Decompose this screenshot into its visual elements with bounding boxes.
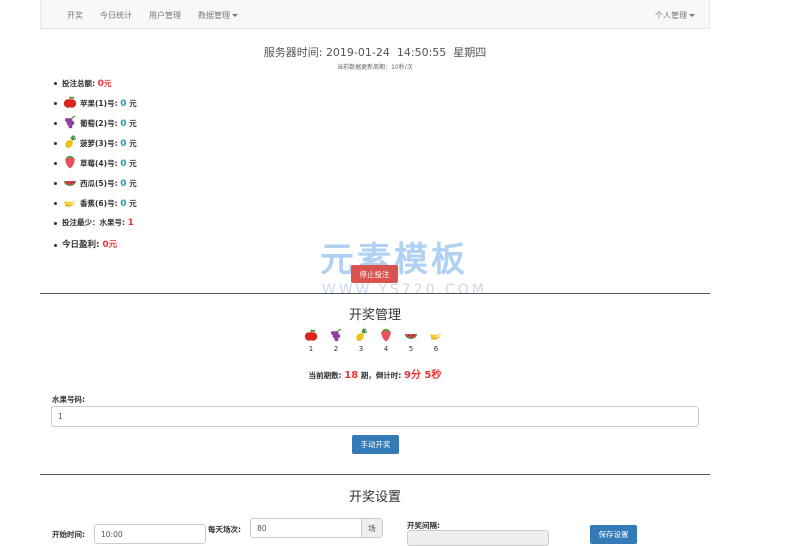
today-profit: 今日盈利: 0元 xyxy=(62,240,118,250)
nav-data-management-label: 数据管理 xyxy=(198,11,230,20)
divider xyxy=(40,474,710,475)
bullet xyxy=(54,182,57,185)
watermelon-icon xyxy=(63,175,77,189)
manual-draw-button[interactable]: 手动开奖 xyxy=(352,435,399,454)
bullet xyxy=(54,222,57,225)
nav-personal-management[interactable]: 个人管理 xyxy=(655,10,695,21)
start-time-input[interactable]: 10:00 xyxy=(94,524,206,544)
draw-number-6: 6 xyxy=(433,345,439,353)
draw-number-4: 4 xyxy=(383,345,389,353)
draw-management-title: 开奖管理 xyxy=(348,308,401,323)
nav-today-stats[interactable]: 今日统计 xyxy=(100,10,132,21)
pineapple-icon xyxy=(63,135,77,149)
bet-total: 投注总额: 0元 xyxy=(62,79,112,89)
fruit-number-input[interactable]: 1 xyxy=(51,406,699,427)
bet-row-6: 香蕉(6)号: 0 元 xyxy=(80,199,137,209)
top-navbar: 开奖 今日统计 用户管理 数据管理 个人管理 xyxy=(40,0,710,29)
bet-row-1: 苹果(1)号: 0 元 xyxy=(80,99,137,109)
draw-number-2: 2 xyxy=(333,345,339,353)
bullet xyxy=(54,202,57,205)
apple-icon[interactable] xyxy=(304,328,318,342)
draw-interval-input[interactable] xyxy=(407,530,549,546)
bullet xyxy=(54,162,57,165)
nav-data-management[interactable]: 数据管理 xyxy=(198,10,238,21)
bullet xyxy=(54,102,57,105)
grape-icon xyxy=(63,115,77,129)
caret-down-icon xyxy=(689,14,695,17)
save-settings-button[interactable]: 保存设置 xyxy=(590,525,637,544)
daily-rounds-input[interactable]: 80 xyxy=(250,518,362,538)
caret-down-icon xyxy=(232,14,238,17)
watermark-url: WWW.YS720.COM xyxy=(322,282,487,298)
nav-draw[interactable]: 开奖 xyxy=(67,10,83,21)
daily-rounds-unit: 场 xyxy=(361,518,383,538)
bullet xyxy=(54,82,57,85)
bet-row-4: 草莓(4)号: 0 元 xyxy=(80,159,137,169)
grape-icon[interactable] xyxy=(329,328,343,342)
draw-number-5: 5 xyxy=(408,345,414,353)
bullet xyxy=(54,244,57,247)
divider xyxy=(40,293,710,294)
bet-minimum: 投注最少：水果号: 1 xyxy=(62,218,134,228)
draw-number-3: 3 xyxy=(358,345,364,353)
bullet xyxy=(54,122,57,125)
bullet xyxy=(54,142,57,145)
stop-betting-button[interactable]: 停止投注 xyxy=(351,265,398,283)
period-info: 当前期数: 18 期，倒计时: 9分 5秒 xyxy=(308,370,442,381)
watermelon-icon[interactable] xyxy=(404,328,418,342)
apple-icon xyxy=(63,95,77,109)
strawberry-icon[interactable] xyxy=(379,328,393,342)
draw-number-1: 1 xyxy=(308,345,314,353)
nav-user-management[interactable]: 用户管理 xyxy=(149,10,181,21)
nav-personal-label: 个人管理 xyxy=(655,11,687,20)
start-time-label: 开始时间: xyxy=(52,530,85,539)
bet-row-3: 菠萝(3)号: 0 元 xyxy=(80,139,137,149)
daily-rounds-label: 每天场次: xyxy=(208,525,241,534)
banana-icon[interactable] xyxy=(429,328,443,342)
draw-settings-title: 开奖设置 xyxy=(348,490,401,505)
bet-row-2: 葡萄(2)号: 0 元 xyxy=(80,119,137,129)
bet-row-5: 西瓜(5)号: 0 元 xyxy=(80,179,137,189)
fruit-number-label: 水果号码: xyxy=(52,395,85,404)
banana-icon xyxy=(63,195,77,209)
server-time: 服务器时间: 2019-01-24 14:50:55 星期四 xyxy=(263,46,487,59)
strawberry-icon xyxy=(63,155,77,169)
refresh-note: 当前数据更新周期：10秒/次 xyxy=(337,64,413,71)
pineapple-icon[interactable] xyxy=(354,328,368,342)
